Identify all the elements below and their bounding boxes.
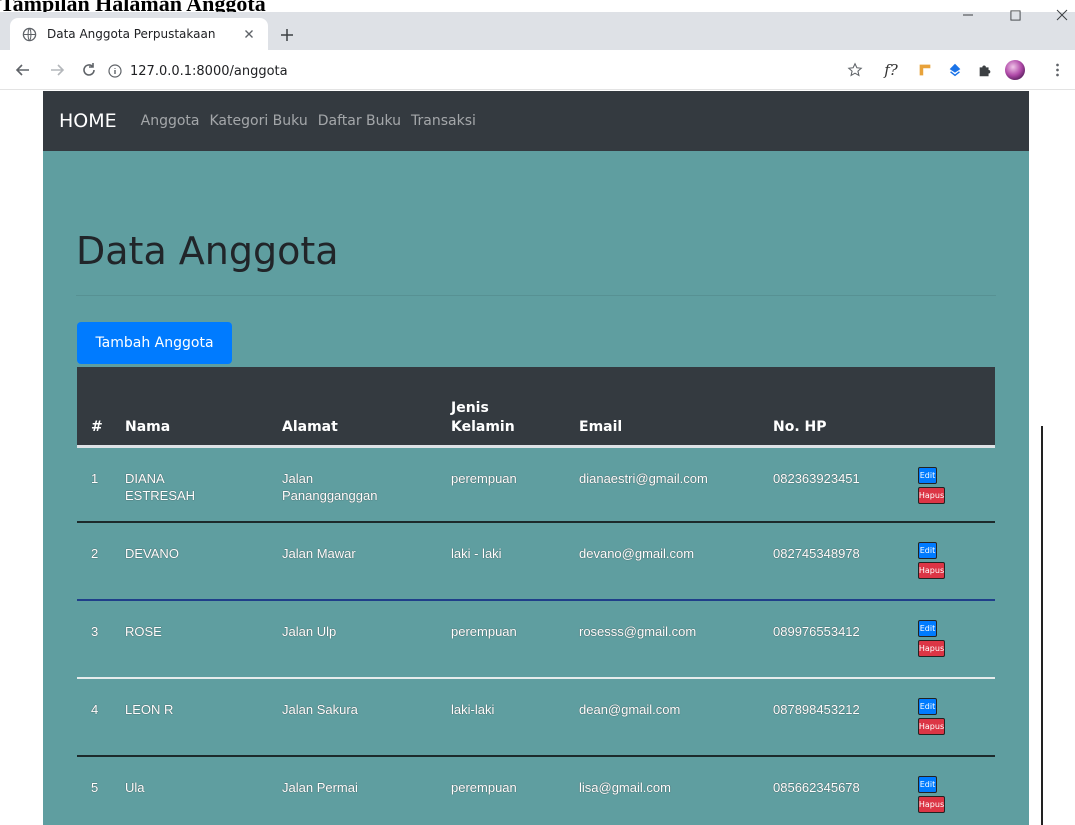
- cell-alamat: Jalan Ulp: [282, 624, 337, 639]
- cell-number: 1: [91, 471, 99, 486]
- ruler-extension-icon[interactable]: [916, 60, 934, 80]
- maximize-icon[interactable]: [995, 0, 1035, 30]
- page-container: HOME Anggota Kategori Buku Daftar Buku T…: [43, 91, 1029, 825]
- reload-icon[interactable]: [80, 61, 98, 79]
- bookmark-extension-icon[interactable]: [946, 60, 964, 80]
- cell-jenis-kelamin: perempuan: [451, 780, 517, 795]
- add-member-button[interactable]: Tambah Anggota: [77, 322, 232, 364]
- cell-number: 3: [91, 624, 99, 639]
- url-text: 127.0.0.1:8000/anggota: [130, 63, 288, 79]
- edit-button[interactable]: Edit: [918, 620, 937, 637]
- browser-viewport: HOME Anggota Kategori Buku Daftar Buku T…: [0, 91, 1075, 825]
- header-email: Email: [579, 419, 623, 435]
- cell-jenis-kelamin: perempuan: [451, 624, 517, 639]
- top-navbar: HOME Anggota Kategori Buku Daftar Buku T…: [43, 91, 1029, 151]
- profile-avatar[interactable]: [1004, 60, 1026, 80]
- members-table: # Nama Alamat Jenis Kelamin Email No. HP…: [77, 367, 995, 825]
- table-row: 4 LEON R Jalan Sakura laki-laki dean@gma…: [77, 679, 995, 755]
- header-jenis-line2: Kelamin: [451, 419, 515, 435]
- cell-email: rosesss@gmail.com: [579, 624, 697, 639]
- back-icon[interactable]: [14, 61, 32, 79]
- header-nama: Nama: [125, 419, 171, 435]
- header-no-hp: No. HP: [773, 419, 827, 435]
- cell-nama-line2: ESTRESAH: [125, 488, 196, 503]
- plus-icon[interactable]: [278, 26, 296, 44]
- nav-link-anggota[interactable]: Anggota: [141, 113, 200, 129]
- cell-nama: DIANA ESTRESAH: [125, 470, 195, 504]
- nav-link-daftar-buku[interactable]: Daftar Buku: [318, 113, 401, 129]
- window-close-icon[interactable]: [1042, 0, 1075, 30]
- hapus-button[interactable]: Hapus: [918, 640, 945, 657]
- tab-title: Data Anggota Perpustakaan: [47, 27, 216, 41]
- hapus-button[interactable]: Hapus: [918, 487, 945, 504]
- cell-nama: ROSE: [125, 624, 162, 639]
- header-jenis-line1: Jenis: [451, 400, 489, 416]
- cell-alamat: Jalan Mawar: [282, 546, 356, 561]
- cell-jenis-kelamin: perempuan: [451, 471, 517, 486]
- cell-email: lisa@gmail.com: [579, 780, 671, 795]
- address-bar[interactable]: 127.0.0.1:8000/anggota: [108, 58, 748, 84]
- cell-number: 2: [91, 546, 99, 561]
- star-icon[interactable]: [846, 60, 864, 80]
- cell-alamat-line2: Panangganggan: [282, 488, 378, 503]
- page-title: Data Anggota: [76, 229, 339, 273]
- edit-button[interactable]: Edit: [918, 698, 937, 715]
- cell-no-hp: 085662345678: [773, 780, 860, 795]
- puzzle-icon[interactable]: [976, 60, 994, 80]
- cell-number: 5: [91, 780, 99, 795]
- cell-nama: LEON R: [125, 702, 174, 717]
- cell-alamat: Jalan Sakura: [282, 702, 358, 717]
- cell-email: dianaestri@gmail.com: [579, 471, 708, 486]
- cell-nama: Ula: [125, 780, 145, 795]
- browser-tab[interactable]: Data Anggota Perpustakaan: [10, 18, 268, 50]
- hapus-button[interactable]: Hapus: [918, 796, 945, 813]
- edit-button[interactable]: Edit: [918, 776, 937, 793]
- cell-nama: DEVANO: [125, 546, 179, 561]
- browser-toolbar: 127.0.0.1:8000/anggota f?: [0, 50, 1075, 90]
- table-header: # Nama Alamat Jenis Kelamin Email No. HP: [77, 367, 995, 445]
- cell-no-hp: 082745348978: [773, 546, 860, 561]
- globe-icon: [22, 27, 37, 42]
- table-row: 5 Ula Jalan Permai perempuan lisa@gmail.…: [77, 757, 995, 825]
- cell-alamat-line1: Jalan: [282, 471, 314, 486]
- nav-brand-home[interactable]: HOME: [59, 110, 117, 132]
- nav-link-kategori-buku[interactable]: Kategori Buku: [210, 113, 308, 129]
- formula-extension-icon[interactable]: f?: [880, 60, 902, 80]
- edit-button[interactable]: Edit: [918, 542, 937, 559]
- info-icon[interactable]: [108, 64, 122, 78]
- scrollbar[interactable]: [1041, 426, 1043, 825]
- cell-no-hp: 087898453212: [773, 702, 860, 717]
- table-row: 3 ROSE Jalan Ulp perempuan rosesss@gmail…: [77, 601, 995, 677]
- table-row: 2 DEVANO Jalan Mawar laki - laki devano@…: [77, 523, 995, 599]
- minimize-icon[interactable]: [948, 0, 988, 30]
- title-divider: [76, 295, 996, 296]
- cell-alamat: Jalan Panangganggan: [282, 470, 377, 504]
- cell-nama-line1: DIANA: [125, 471, 165, 486]
- cell-email: dean@gmail.com: [579, 702, 681, 717]
- hapus-button[interactable]: Hapus: [918, 562, 945, 579]
- header-jenis-kelamin: Jenis Kelamin: [451, 399, 515, 437]
- cell-number: 4: [91, 702, 99, 717]
- cell-alamat: Jalan Permai: [282, 780, 358, 795]
- cell-email: devano@gmail.com: [579, 546, 695, 561]
- header-alamat: Alamat: [282, 419, 338, 435]
- header-number: #: [91, 419, 103, 435]
- cell-jenis-kelamin: laki - laki: [451, 546, 502, 561]
- browser-tabstrip: Data Anggota Perpustakaan: [0, 12, 1075, 50]
- forward-icon[interactable]: [48, 61, 66, 79]
- menu-dots-icon[interactable]: [1050, 60, 1064, 80]
- nav-link-transaksi[interactable]: Transaksi: [411, 113, 476, 129]
- table-row: 1 DIANA ESTRESAH Jalan Panangganggan per…: [77, 448, 995, 521]
- cell-jenis-kelamin: laki-laki: [451, 702, 495, 717]
- cell-no-hp: 089976553412: [773, 624, 860, 639]
- cell-no-hp: 082363923451: [773, 471, 860, 486]
- close-icon[interactable]: [242, 27, 256, 41]
- edit-button[interactable]: Edit: [918, 467, 937, 484]
- hapus-button[interactable]: Hapus: [918, 718, 945, 735]
